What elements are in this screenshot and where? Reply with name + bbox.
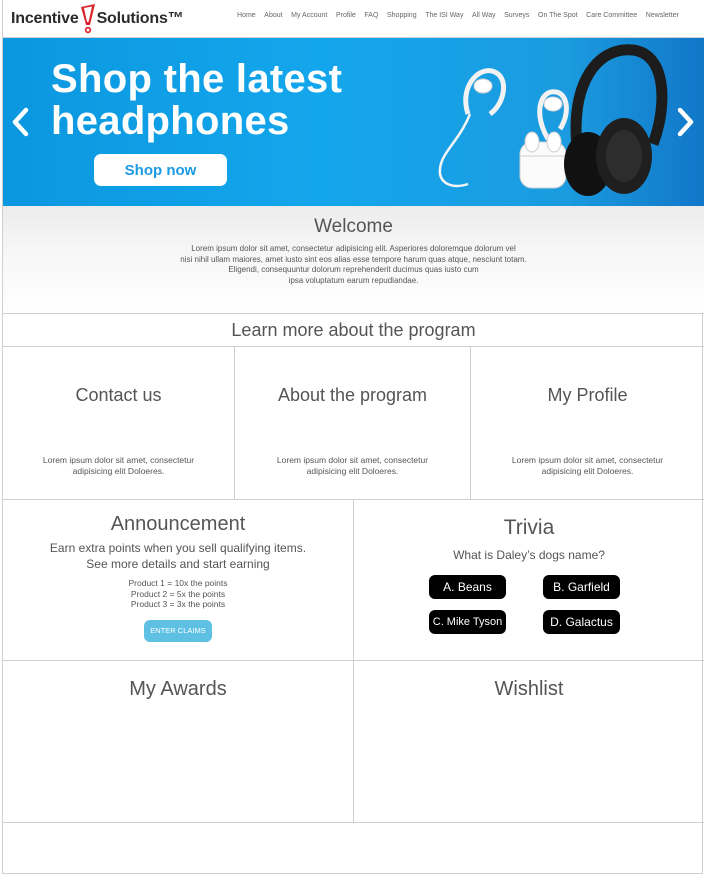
card-text: Lorem ipsum dolor sit amet, consectetur … <box>276 455 429 476</box>
product-points-item: Product 3 = 3x the points <box>130 599 226 609</box>
product-points-list: Product 1 = 10x the points Product 2 = 5… <box>3 578 353 610</box>
card-title: My Profile <box>547 385 628 405</box>
nav-about[interactable]: About <box>264 12 282 19</box>
welcome-title: Welcome <box>314 216 393 237</box>
logo-text-part1: Incentive <box>11 10 79 27</box>
awards-wishlist-row: My Awards Wishlist <box>3 661 704 823</box>
welcome-section: Welcome Lorem ipsum dolor sit amet, cons… <box>3 206 704 314</box>
trivia-option-b[interactable]: B. Garfield <box>543 575 620 599</box>
trivia-option-c[interactable]: C. Mike Tyson <box>429 610 506 634</box>
card-title: About the program <box>277 385 428 405</box>
header: Incentive Solutions™ Home About My Accou… <box>3 0 704 38</box>
nav-care-committee[interactable]: Care Committee <box>586 12 637 19</box>
announcement-trivia-row: Announcement Earn extra points when you … <box>3 500 704 661</box>
enter-claims-button[interactable]: ENTER CLAIMS <box>144 619 212 642</box>
trivia-question: What is Daley’s dogs name? <box>453 548 605 562</box>
announcement-title: Announcement <box>110 513 246 535</box>
nav-newsletter[interactable]: Newsletter <box>646 12 679 19</box>
card-about-program[interactable]: About the program Lorem ipsum dolor sit … <box>234 347 470 500</box>
nav-profile[interactable]: Profile <box>336 12 356 19</box>
welcome-line: Eligendi, consequuntur dolorum reprehend… <box>228 265 479 275</box>
banner-title: Shop the latest headphones <box>51 58 342 142</box>
announcement-panel: Announcement Earn extra points when you … <box>3 500 353 661</box>
shop-now-button[interactable]: Shop now <box>94 154 227 186</box>
page: Incentive Solutions™ Home About My Accou… <box>2 0 704 874</box>
nav-shopping[interactable]: Shopping <box>387 12 417 19</box>
my-awards-title: My Awards <box>129 678 227 700</box>
trivia-title: Trivia <box>503 516 555 539</box>
announcement-subtitle: Earn extra points when you sell qualifyi… <box>3 540 353 572</box>
logo-exclamation-icon <box>80 4 95 34</box>
banner-title-line2: headphones <box>51 99 290 143</box>
hero-banner: Shop the latest headphones Shop now <box>3 38 704 206</box>
logo-text-part2: Solutions™ <box>96 10 184 27</box>
trivia-option-d[interactable]: D. Galactus <box>543 610 620 634</box>
chevron-left-icon[interactable] <box>9 106 31 138</box>
welcome-line: Lorem ipsum dolor sit amet, consectetur … <box>191 244 516 253</box>
nav-home[interactable]: Home <box>237 12 256 19</box>
nav-all-way[interactable]: All Way <box>472 12 495 19</box>
info-cards: Contact us Lorem ipsum dolor sit amet, c… <box>3 347 704 500</box>
learn-more-heading: Learn more about the program <box>3 314 704 347</box>
nav-on-the-spot[interactable]: On The Spot <box>538 12 578 19</box>
nav-my-account[interactable]: My Account <box>291 12 327 19</box>
product-points-item: Product 1 = 10x the points <box>128 578 228 588</box>
main-nav: Home About My Account Profile FAQ Shoppi… <box>237 12 687 19</box>
trivia-panel: Trivia What is Daley’s dogs name? A. Bea… <box>353 500 704 661</box>
welcome-line: ipsa voluptatum earum repudiandae. <box>288 275 419 285</box>
card-title: Contact us <box>75 385 162 405</box>
card-text: Lorem ipsum dolor sit amet, consectetur … <box>42 455 195 476</box>
wishlist-panel: Wishlist <box>353 661 704 822</box>
trivia-option-a[interactable]: A. Beans <box>429 575 506 599</box>
banner-title-line1: Shop the latest <box>51 57 343 101</box>
card-text: Lorem ipsum dolor sit amet, consectetur … <box>511 455 664 476</box>
nav-faq[interactable]: FAQ <box>364 12 378 19</box>
nav-surveys[interactable]: Surveys <box>504 12 529 19</box>
card-my-profile[interactable]: My Profile Lorem ipsum dolor sit amet, c… <box>470 347 704 500</box>
welcome-text: Lorem ipsum dolor sit amet, consectetur … <box>3 244 704 286</box>
my-awards-panel: My Awards <box>3 661 353 822</box>
logo[interactable]: Incentive Solutions™ <box>11 2 184 36</box>
announcement-sub-line: Earn extra points when you sell qualifyi… <box>49 541 307 555</box>
headphones-product-image <box>438 44 668 196</box>
card-contact-us[interactable]: Contact us Lorem ipsum dolor sit amet, c… <box>3 347 234 500</box>
welcome-line: nisi nihil ullam maiores, amet iusto sin… <box>180 254 527 264</box>
product-points-item: Product 2 = 5x the points <box>130 588 226 599</box>
announcement-sub-line: See more details and start earning <box>86 557 270 571</box>
wishlist-title: Wishlist <box>494 678 564 700</box>
chevron-right-icon[interactable] <box>675 106 697 138</box>
nav-isi-way[interactable]: The ISI Way <box>425 12 463 19</box>
